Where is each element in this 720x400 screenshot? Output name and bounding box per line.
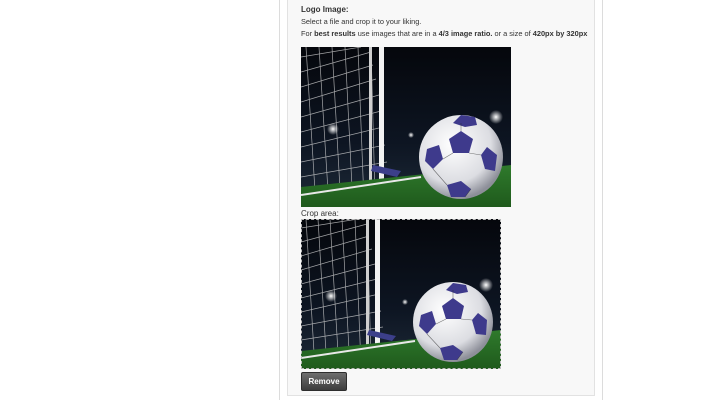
crop-area-label: Crop area: xyxy=(301,209,339,218)
instruction-ratio-text: For best results use images that are in … xyxy=(301,29,588,38)
instruction-text: Select a file and crop it to your liking… xyxy=(301,17,422,26)
logo-preview-image xyxy=(301,47,511,207)
page: Logo Image: Select a file and crop it to… xyxy=(0,0,720,400)
content-column: Logo Image: Select a file and crop it to… xyxy=(279,0,603,400)
crop-area-image[interactable] xyxy=(301,219,501,369)
image-ratio-text: 4/3 image ratio. xyxy=(438,29,493,38)
logo-image-label: Logo Image: xyxy=(301,5,349,14)
remove-button[interactable]: Remove xyxy=(301,372,347,391)
image-size-text: 420px by 320px xyxy=(532,29,588,38)
best-results-text: best results xyxy=(314,29,356,38)
logo-upload-panel: Logo Image: Select a file and crop it to… xyxy=(287,0,595,396)
